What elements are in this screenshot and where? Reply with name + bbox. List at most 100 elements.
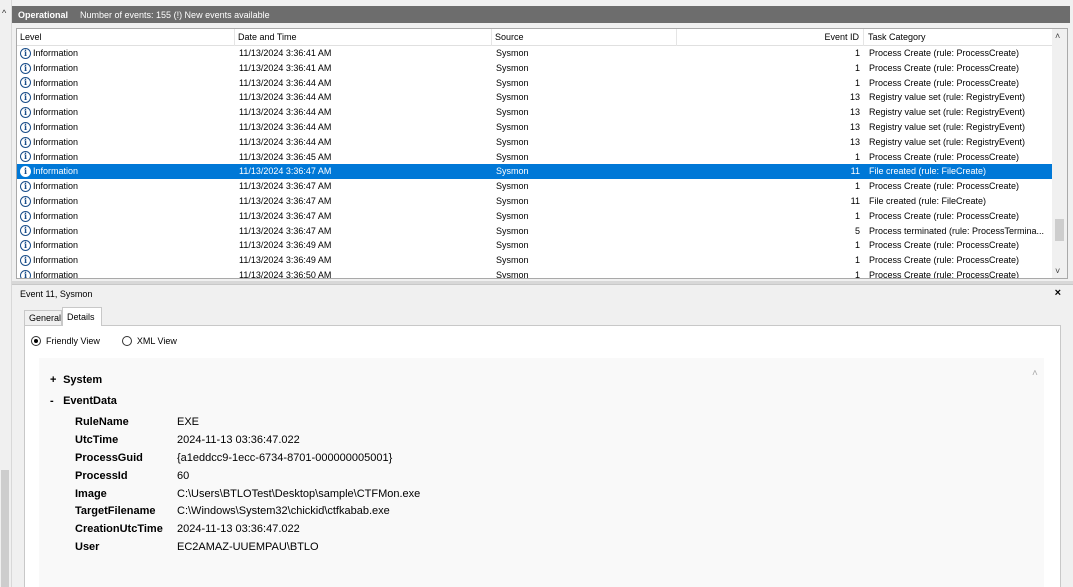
column-source[interactable]: Source	[492, 29, 677, 46]
level-text: Information	[33, 269, 79, 279]
table-row[interactable]: i Information 11/13/2024 3:36:45 AM Sysmon 1…	[17, 150, 1053, 165]
level-text: Information	[33, 210, 79, 221]
cell-level: i Information	[20, 194, 235, 209]
table-scroll-thumb[interactable]	[1055, 219, 1064, 241]
cell-level: i Information	[20, 164, 235, 179]
collapse-icon: -	[50, 395, 54, 407]
field-value: C:\Users\BTLOTest\Desktop\sample\CTFMon.…	[177, 487, 421, 500]
chevron-up-icon[interactable]: ˄	[1032, 368, 1038, 379]
eventdata-section-toggle[interactable]: - EventData	[50, 395, 117, 407]
cell-level: i Information	[20, 253, 235, 268]
column-level[interactable]: Level	[17, 29, 235, 46]
info-icon: i	[20, 151, 31, 163]
field-value: {a1eddcc9-1ecc-6734-8701-000000005001}	[177, 451, 393, 464]
cell-task-category: Process Create (rule: ProcessCreate)	[869, 62, 1020, 73]
cell-event-id: 1	[854, 77, 860, 88]
table-row[interactable]: i Information 11/13/2024 3:36:44 AM Sysmon 1…	[17, 76, 1053, 91]
chevron-up-icon[interactable]: ^	[2, 8, 6, 18]
level-text: Information	[33, 255, 79, 266]
cell-source: Sysmon	[496, 77, 529, 88]
xml-view-radio[interactable]	[121, 336, 132, 346]
cell-date: 11/13/2024 3:36:47 AM	[239, 166, 332, 177]
info-icon: i	[20, 77, 31, 89]
table-row[interactable]: i Information 11/13/2024 3:36:41 AM Sysmon 1…	[17, 46, 1053, 61]
cell-date: 11/13/2024 3:36:44 AM	[239, 77, 332, 88]
cell-source: Sysmon	[496, 225, 529, 236]
cell-task-category: Process Create (rule: ProcessCreate)	[869, 48, 1020, 58]
view-selector: Friendly View XML View	[31, 336, 199, 346]
content-scrollbar[interactable]: ˄	[1028, 358, 1044, 587]
info-icon: i	[20, 225, 31, 237]
table-row[interactable]: i Information 11/13/2024 3:36:47 AM Sysmon 5…	[17, 224, 1053, 239]
table-scrollbar[interactable]: ˄ ˅	[1052, 29, 1067, 278]
xml-view-option[interactable]: XML View	[121, 336, 177, 346]
field-key: TargetFilename	[75, 505, 156, 518]
cell-event-id: 1	[854, 151, 860, 162]
log-header: Operational Number of events: 155 (!) Ne…	[12, 6, 1070, 23]
cell-date: 11/13/2024 3:36:44 AM	[239, 92, 332, 103]
level-text: Information	[33, 240, 79, 251]
field-key: User	[75, 541, 100, 554]
level-text: Information	[33, 181, 79, 192]
event-count: Number of events: 155 (!) New events ava…	[80, 9, 270, 20]
table-row[interactable]: i Information 11/13/2024 3:36:47 AM Sysmon 1…	[17, 164, 1053, 180]
cell-date: 11/13/2024 3:36:47 AM	[239, 225, 332, 236]
detail-title: Event 11, Sysmon	[20, 289, 93, 299]
level-text: Information	[33, 136, 79, 147]
close-icon[interactable]: ×	[1055, 287, 1061, 299]
cell-source: Sysmon	[496, 151, 529, 162]
system-section-toggle[interactable]: + System	[50, 374, 102, 386]
table-row[interactable]: i Information 11/13/2024 3:36:49 AM Sysmon 1…	[17, 238, 1053, 253]
cell-source: Sysmon	[496, 107, 529, 118]
column-task-category[interactable]: Task Category	[865, 29, 1053, 46]
gutter-scroll-thumb[interactable]	[1, 470, 9, 587]
cell-task-category: File created (rule: FileCreate)	[869, 195, 987, 206]
cell-event-id: 13	[849, 136, 860, 147]
left-gutter: ^	[0, 0, 12, 587]
column-event-id[interactable]: Event ID	[677, 29, 864, 46]
cell-task-category: Registry value set (rule: RegistryEvent)	[869, 92, 1026, 103]
table-row[interactable]: i Information 11/13/2024 3:36:44 AM Sysmon 1…	[17, 120, 1053, 135]
cell-event-id: 1	[854, 240, 860, 251]
tab-details[interactable]: Details	[62, 307, 102, 326]
system-label: System	[63, 374, 103, 386]
cell-level: i Information	[20, 120, 235, 135]
chevron-down-icon[interactable]: ˅	[1055, 266, 1060, 276]
table-row[interactable]: i Information 11/13/2024 3:36:44 AM Sysmon 1…	[17, 90, 1053, 105]
table-row[interactable]: i Information 11/13/2024 3:36:49 AM Sysmon 1…	[17, 253, 1053, 268]
table-row[interactable]: i Information 11/13/2024 3:36:47 AM Sysmon 1…	[17, 209, 1053, 224]
chevron-up-icon[interactable]: ˄	[1055, 31, 1060, 41]
cell-source: Sysmon	[496, 92, 529, 103]
cell-date: 11/13/2024 3:36:41 AM	[239, 48, 332, 58]
friendly-view-content: + System - EventData RuleName EXE UtcTime 2…	[39, 358, 1044, 587]
table-row[interactable]: i Information 11/13/2024 3:36:50 AM Sysmon 1…	[17, 268, 1053, 279]
friendly-view-label: Friendly View	[46, 336, 100, 346]
friendly-view-option[interactable]: Friendly View	[31, 336, 100, 346]
cell-task-category: Registry value set (rule: RegistryEvent)	[869, 136, 1026, 147]
cell-level: i Information	[20, 268, 235, 279]
cell-date: 11/13/2024 3:36:50 AM	[239, 269, 332, 279]
friendly-view-radio[interactable]	[31, 336, 41, 346]
field-key: ProcessGuid	[75, 451, 143, 464]
table-row[interactable]: i Information 11/13/2024 3:36:47 AM Sysmon 1…	[17, 194, 1053, 209]
cell-date: 11/13/2024 3:36:49 AM	[239, 240, 332, 251]
level-text: Information	[33, 151, 79, 162]
level-text: Information	[33, 77, 79, 88]
column-date[interactable]: Date and Time	[235, 29, 492, 46]
table-row[interactable]: i Information 11/13/2024 3:36:47 AM Sysmon 1…	[17, 179, 1053, 194]
xml-view-label: XML View	[136, 336, 177, 346]
cell-event-id: 5	[854, 225, 860, 236]
expand-icon: +	[50, 374, 57, 386]
table-row[interactable]: i Information 11/13/2024 3:36:44 AM Sysmon 1…	[17, 105, 1053, 120]
field-value: C:\Windows\System32\chickid\ctfkabab.exe	[177, 505, 390, 518]
level-text: Information	[33, 121, 79, 132]
cell-source: Sysmon	[496, 195, 529, 206]
cell-level: i Information	[20, 238, 235, 253]
field-value: 60	[177, 469, 190, 482]
cell-task-category: Registry value set (rule: RegistryEvent)	[869, 121, 1026, 132]
table-row[interactable]: i Information 11/13/2024 3:36:41 AM Sysmon 1…	[17, 61, 1053, 76]
tab-general[interactable]: General	[24, 310, 62, 326]
eventdata-label: EventData	[63, 395, 117, 407]
table-row[interactable]: i Information 11/13/2024 3:36:44 AM Sysmon 1…	[17, 135, 1053, 150]
cell-source: Sysmon	[496, 136, 529, 147]
